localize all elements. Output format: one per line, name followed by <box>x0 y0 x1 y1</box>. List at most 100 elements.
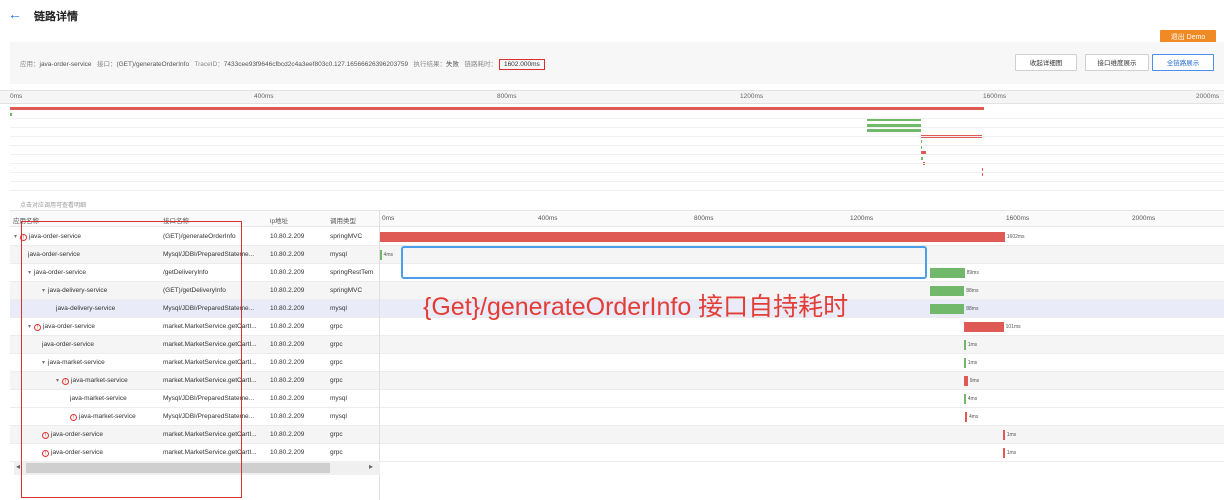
span-bar[interactable] <box>380 232 1005 242</box>
timeline-tick: 0ms <box>382 215 395 222</box>
ip-cell: 10.80.2.209 <box>270 413 305 420</box>
type-cell: grpc <box>330 449 343 456</box>
ip-cell: 10.80.2.209 <box>270 287 305 294</box>
overview-axis: 0ms 400ms 800ms 1200ms 1600ms 2000ms <box>0 90 1224 104</box>
span-bar[interactable] <box>1003 448 1005 458</box>
timeline-tick: 800ms <box>694 215 714 222</box>
ip-cell: 10.80.2.209 <box>270 323 305 330</box>
overview-span-bar <box>920 140 923 143</box>
timeline-tick: 400ms <box>538 215 558 222</box>
span-duration-label: 1ms <box>967 342 978 348</box>
overview-gridline <box>10 163 1224 164</box>
ip-cell: 10.80.2.209 <box>270 431 305 438</box>
scroll-left-icon[interactable]: ◂ <box>16 462 20 471</box>
span-duration-label: 4ms <box>968 414 979 420</box>
span-duration-label: 88ms <box>966 306 979 312</box>
type-cell: mysql <box>330 413 347 420</box>
overview-gridline <box>10 154 1224 155</box>
overview-gridline <box>10 118 1224 119</box>
span-duration-label: 1ms <box>1006 450 1017 456</box>
span-duration-label: 89ms <box>966 270 979 276</box>
timeline-tick: 1600ms <box>1006 215 1030 222</box>
span-duration-label: 4ms <box>383 252 393 258</box>
highlight-box-blue <box>401 246 927 279</box>
duration-label: 链路耗时： <box>464 61 497 68</box>
overview-span-bar <box>10 107 985 110</box>
span-duration-label: 88ms <box>966 288 979 294</box>
overview-span-bar <box>867 129 921 132</box>
span-duration-label: 1ms <box>1006 432 1017 438</box>
type-cell: springRestTem <box>330 269 374 276</box>
overview-tick: 0ms <box>10 93 23 100</box>
ip-cell: 10.80.2.209 <box>270 341 305 348</box>
top-bar: ← 链路详情 <box>0 0 1224 30</box>
span-duration-label: 1ms <box>967 360 978 366</box>
trace-value: 7433cee93f9646cfbcd2c4a3eef803c0.127.165… <box>223 61 409 68</box>
ip-cell: 10.80.2.209 <box>270 305 305 312</box>
ip-cell: 10.80.2.209 <box>270 269 305 276</box>
col-type: 调用类型 <box>330 218 356 225</box>
arrow-left-icon[interactable]: ← <box>8 6 22 22</box>
overview-gridline <box>10 190 1224 191</box>
ip-cell: 10.80.2.209 <box>270 359 305 366</box>
span-bar[interactable] <box>1003 430 1005 440</box>
result-label: 执行结果： <box>413 61 447 68</box>
overview-tick: 1600ms <box>983 93 1007 100</box>
col-ip: ip地址 <box>270 218 289 225</box>
span-bar[interactable] <box>964 340 966 350</box>
overview-span-bar <box>920 156 924 160</box>
ip-cell: 10.80.2.209 <box>270 233 305 240</box>
scroll-right-icon[interactable]: ▸ <box>369 462 373 471</box>
annotation-text: {Get}/generateOrderInfo 接口自持耗时 <box>423 293 849 321</box>
type-cell: grpc <box>330 359 343 366</box>
ip-cell: 10.80.2.209 <box>270 395 305 402</box>
type-cell: springMVC <box>330 233 363 240</box>
span-duration-label: 101ms <box>1005 324 1021 330</box>
hint-text: 点击对应调用可查看明细 <box>20 203 87 209</box>
span-bar[interactable] <box>965 412 967 422</box>
app-value: java-order-service <box>39 61 92 68</box>
span-duration-label: 4ms <box>967 396 978 402</box>
trace-label: TraceID： <box>194 61 224 68</box>
overview-gridline <box>10 181 1224 182</box>
ip-cell: 10.80.2.209 <box>270 251 305 258</box>
span-bar[interactable] <box>964 394 966 404</box>
span-bar[interactable] <box>964 358 966 368</box>
timeline-tick: 1200ms <box>850 215 874 222</box>
type-cell: grpc <box>330 341 343 348</box>
type-cell: grpc <box>330 377 343 384</box>
span-bar[interactable] <box>964 322 1004 332</box>
span-bar[interactable] <box>929 286 965 296</box>
overview-gridline <box>10 127 1224 128</box>
overview-tick: 1200ms <box>740 93 764 100</box>
result-value: 失败 <box>446 61 460 68</box>
full-trace-button[interactable]: 全链路展示 <box>1152 54 1214 71</box>
type-cell: mysql <box>330 395 347 402</box>
type-cell: springMVC <box>330 287 363 294</box>
overview-span-bar <box>981 167 984 171</box>
overview-span-bar <box>10 112 13 116</box>
span-duration-label: 1602ms <box>1006 234 1025 240</box>
duration-value: 1602.000ms <box>498 59 545 70</box>
expand-caret-icon[interactable]: ▾ <box>14 233 17 240</box>
overview-gridline <box>10 136 1224 137</box>
api-dimension-button[interactable]: 接口维度展示 <box>1085 54 1149 71</box>
span-bar[interactable] <box>929 304 965 314</box>
timeline-tick: 2000ms <box>1132 215 1156 222</box>
span-bar[interactable] <box>964 376 968 386</box>
ip-cell: 10.80.2.209 <box>270 377 305 384</box>
type-cell: mysql <box>330 251 347 258</box>
fold-chart-button[interactable]: 收起详细图 <box>1015 54 1077 71</box>
ip-cell: 10.80.2.209 <box>270 449 305 456</box>
span-bar[interactable] <box>929 268 965 278</box>
api-label: 接口： <box>96 61 117 68</box>
overview-gridline <box>10 145 1224 146</box>
overview-tick: 800ms <box>497 93 517 100</box>
type-cell: mysql <box>330 305 347 312</box>
span-bar[interactable] <box>380 250 382 260</box>
trace-info: 应用：java-order-service 接口：(GET)/generateO… <box>20 58 545 70</box>
span-duration-label: 9ms <box>969 378 980 384</box>
overview-tick: 400ms <box>254 93 274 100</box>
page-title: 链路详情 <box>34 11 78 23</box>
overview-gridline <box>10 172 1224 173</box>
